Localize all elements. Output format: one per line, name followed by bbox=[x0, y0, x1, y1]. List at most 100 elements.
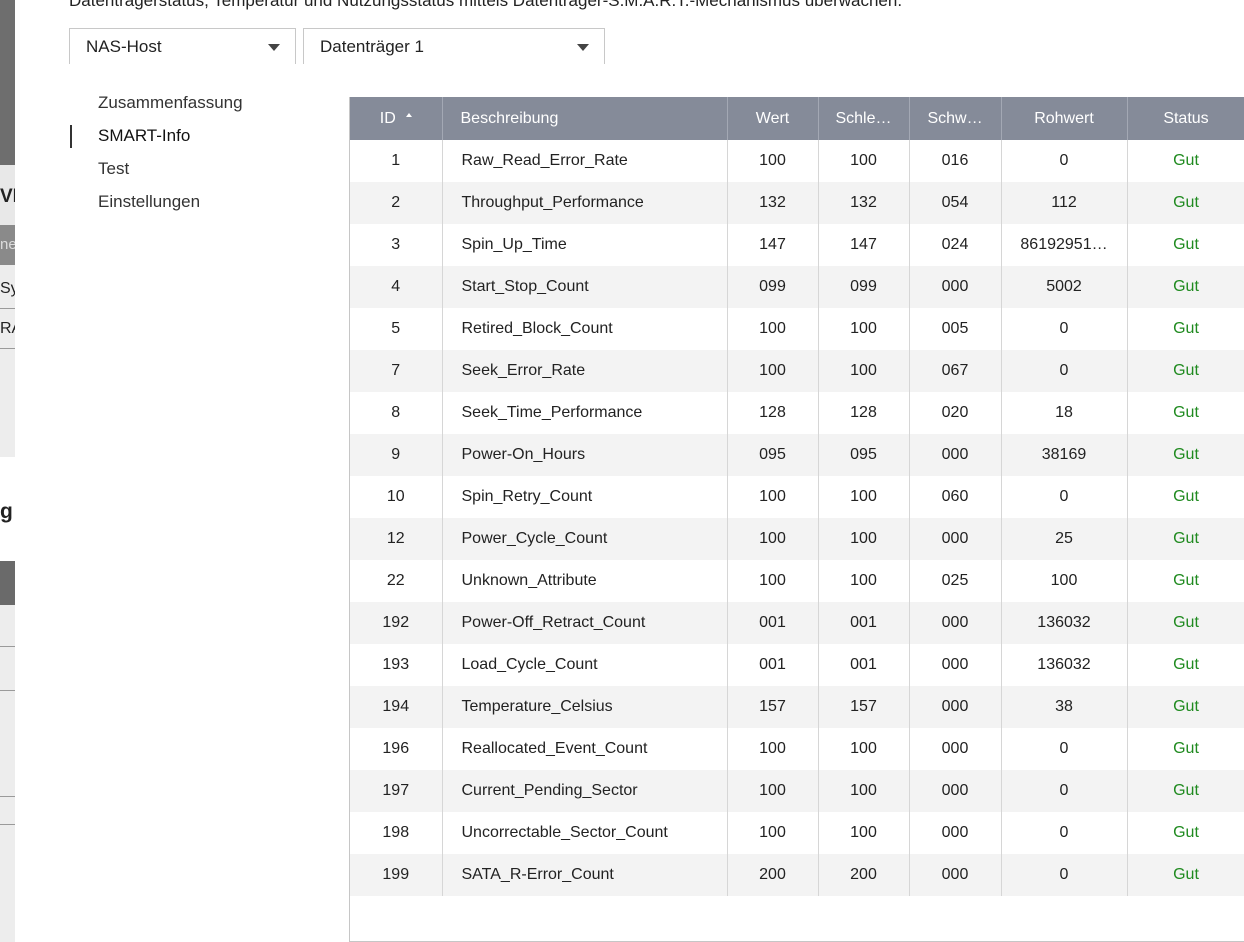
nav-item-label: Einstellungen bbox=[98, 192, 201, 211]
table-row[interactable]: 12 Power_Cycle_Count 100 100 000 25 Gut bbox=[350, 518, 1244, 560]
table-row[interactable]: 9 Power-On_Hours 095 095 000 38169 Gut bbox=[350, 434, 1244, 476]
cell-status: Gut bbox=[1127, 224, 1244, 266]
cell-value: 095 bbox=[727, 434, 819, 476]
cell-raw-value: 18 bbox=[1001, 392, 1128, 434]
table-row[interactable]: 2 Throughput_Performance 132 132 054 112 Gut bbox=[350, 182, 1244, 224]
nav-item-test[interactable]: Test bbox=[70, 158, 243, 191]
table-row[interactable]: 192 Power-Off_Retract_Count 001 001 000 13603… bbox=[350, 602, 1244, 644]
cell-raw-value: 25 bbox=[1001, 518, 1128, 560]
cell-raw-value: 136032 bbox=[1001, 602, 1128, 644]
cell-id: 192 bbox=[350, 602, 443, 644]
cell-description: Reallocated_Event_Count bbox=[442, 728, 728, 770]
cell-raw-value: 0 bbox=[1001, 476, 1128, 518]
cell-id: 22 bbox=[350, 560, 443, 602]
nav-item-settings[interactable]: Einstellungen bbox=[70, 191, 243, 224]
cell-value: 100 bbox=[727, 812, 819, 854]
cell-description: Power_Cycle_Count bbox=[442, 518, 728, 560]
cell-description: Retired_Block_Count bbox=[442, 308, 728, 350]
cell-status: Gut bbox=[1127, 560, 1244, 602]
table-row[interactable]: 10 Spin_Retry_Count 100 100 060 0 Gut bbox=[350, 476, 1244, 518]
background-text: Sy bbox=[0, 280, 15, 297]
column-header-description[interactable]: Beschreibung bbox=[442, 97, 728, 140]
column-header-value[interactable]: Wert bbox=[727, 97, 819, 140]
cell-threshold: 000 bbox=[909, 812, 1002, 854]
cell-status: Gut bbox=[1127, 644, 1244, 686]
background-text: g bbox=[0, 500, 13, 523]
chevron-down-icon bbox=[268, 44, 280, 51]
cell-raw-value: 38169 bbox=[1001, 434, 1128, 476]
nav-item-summary[interactable]: Zusammenfassung bbox=[70, 92, 243, 125]
smart-table-container: ID Beschreibung Wert Schle… Schw… Rohwer… bbox=[349, 97, 1244, 942]
cell-raw-value: 0 bbox=[1001, 812, 1128, 854]
disk-select[interactable]: Datenträger 1 bbox=[303, 28, 605, 64]
column-header-raw-value[interactable]: Rohwert bbox=[1001, 97, 1128, 140]
column-header-status[interactable]: Status bbox=[1127, 97, 1244, 140]
table-row[interactable]: 194 Temperature_Celsius 157 157 000 38 Gut bbox=[350, 686, 1244, 728]
column-header-worst[interactable]: Schle… bbox=[818, 97, 910, 140]
cell-value: 100 bbox=[727, 308, 819, 350]
table-row[interactable]: 193 Load_Cycle_Count 001 001 000 136032 Gut bbox=[350, 644, 1244, 686]
cell-description: Load_Cycle_Count bbox=[442, 644, 728, 686]
cell-worst: 132 bbox=[818, 182, 910, 224]
cell-value: 100 bbox=[727, 140, 819, 182]
table-row[interactable]: 197 Current_Pending_Sector 100 100 000 0 Gut bbox=[350, 770, 1244, 812]
cell-raw-value: 136032 bbox=[1001, 644, 1128, 686]
smart-table: ID Beschreibung Wert Schle… Schw… Rohwer… bbox=[350, 97, 1244, 896]
host-select[interactable]: NAS-Host bbox=[69, 28, 296, 64]
cell-description: Spin_Retry_Count bbox=[442, 476, 728, 518]
cell-threshold: 024 bbox=[909, 224, 1002, 266]
cell-worst: 100 bbox=[818, 350, 910, 392]
cell-status: Gut bbox=[1127, 392, 1244, 434]
table-row[interactable]: 5 Retired_Block_Count 100 100 005 0 Gut bbox=[350, 308, 1244, 350]
table-row[interactable]: 4 Start_Stop_Count 099 099 000 5002 Gut bbox=[350, 266, 1244, 308]
cell-value: 100 bbox=[727, 518, 819, 560]
table-row[interactable]: 199 SATA_R-Error_Count 200 200 000 0 Gut bbox=[350, 854, 1244, 896]
cell-status: Gut bbox=[1127, 308, 1244, 350]
cell-status: Gut bbox=[1127, 518, 1244, 560]
cell-value: 100 bbox=[727, 770, 819, 812]
column-header-id[interactable]: ID bbox=[350, 97, 443, 140]
background-text: VL bbox=[0, 186, 15, 207]
table-row[interactable]: 1 Raw_Read_Error_Rate 100 100 016 0 Gut bbox=[350, 140, 1244, 182]
cell-raw-value: 0 bbox=[1001, 140, 1128, 182]
cell-raw-value: 5002 bbox=[1001, 266, 1128, 308]
cell-description: Temperature_Celsius bbox=[442, 686, 728, 728]
cell-threshold: 000 bbox=[909, 644, 1002, 686]
table-row[interactable]: 196 Reallocated_Event_Count 100 100 000 0 Gut bbox=[350, 728, 1244, 770]
cell-worst: 200 bbox=[818, 854, 910, 896]
table-row[interactable]: 3 Spin_Up_Time 147 147 024 86192951… Gut bbox=[350, 224, 1244, 266]
sort-ascending-icon bbox=[405, 112, 412, 117]
cell-status: Gut bbox=[1127, 686, 1244, 728]
cell-status: Gut bbox=[1127, 728, 1244, 770]
cell-description: Throughput_Performance bbox=[442, 182, 728, 224]
table-row[interactable]: 198 Uncorrectable_Sector_Count 100 100 000 0 G… bbox=[350, 812, 1244, 854]
cell-id: 197 bbox=[350, 770, 443, 812]
cell-description: Power-On_Hours bbox=[442, 434, 728, 476]
cell-raw-value: 0 bbox=[1001, 728, 1128, 770]
table-row[interactable]: 7 Seek_Error_Rate 100 100 067 0 Gut bbox=[350, 350, 1244, 392]
nav-item-smart-info[interactable]: SMART-Info bbox=[70, 125, 243, 158]
table-row[interactable]: 8 Seek_Time_Performance 128 128 020 18 Gut bbox=[350, 392, 1244, 434]
cell-threshold: 025 bbox=[909, 560, 1002, 602]
cell-status: Gut bbox=[1127, 770, 1244, 812]
cell-threshold: 000 bbox=[909, 686, 1002, 728]
cell-status: Gut bbox=[1127, 476, 1244, 518]
cell-threshold: 067 bbox=[909, 350, 1002, 392]
cell-value: 001 bbox=[727, 602, 819, 644]
cell-worst: 001 bbox=[818, 644, 910, 686]
table-header-row: ID Beschreibung Wert Schle… Schw… Rohwer… bbox=[350, 97, 1244, 140]
disk-select-value: Datenträger 1 bbox=[320, 37, 424, 56]
cell-raw-value: 0 bbox=[1001, 770, 1128, 812]
cell-status: Gut bbox=[1127, 266, 1244, 308]
column-header-threshold[interactable]: Schw… bbox=[909, 97, 1002, 140]
cell-threshold: 000 bbox=[909, 266, 1002, 308]
cell-raw-value: 0 bbox=[1001, 350, 1128, 392]
table-row[interactable]: 22 Unknown_Attribute 100 100 025 100 Gut bbox=[350, 560, 1244, 602]
cell-description: Start_Stop_Count bbox=[442, 266, 728, 308]
cell-value: 100 bbox=[727, 476, 819, 518]
cell-raw-value: 100 bbox=[1001, 560, 1128, 602]
cell-threshold: 000 bbox=[909, 854, 1002, 896]
cell-threshold: 000 bbox=[909, 602, 1002, 644]
cell-threshold: 000 bbox=[909, 770, 1002, 812]
cell-value: 100 bbox=[727, 560, 819, 602]
